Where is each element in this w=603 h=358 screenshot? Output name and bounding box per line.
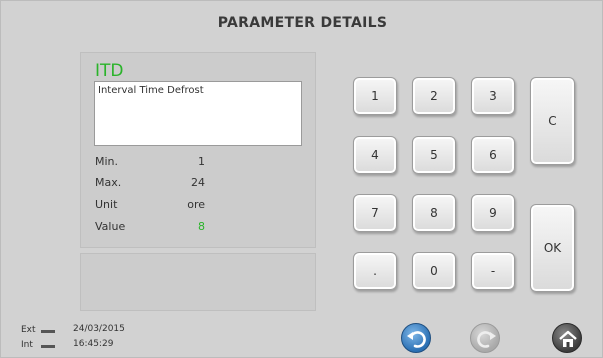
unit-value: ore <box>187 198 205 211</box>
parameter-description-box: Interval Time Defrost <box>94 81 302 146</box>
key-8[interactable]: 8 <box>412 194 456 232</box>
home-icon <box>559 330 577 347</box>
message-panel <box>80 253 316 311</box>
key-1[interactable]: 1 <box>353 77 397 115</box>
value-label: Value <box>95 220 126 233</box>
parameter-info-panel: ITD Interval Time Defrost Min. 1 Max. 24… <box>80 52 316 248</box>
refresh-icon <box>477 331 496 348</box>
key-0[interactable]: 0 <box>412 252 456 290</box>
time-display: 16:45:29 <box>73 339 114 349</box>
key-7[interactable]: 7 <box>353 194 397 232</box>
unit-row: Unit ore <box>95 198 205 212</box>
parameter-code: ITD <box>95 61 124 81</box>
max-label: Max. <box>95 176 122 189</box>
key-2[interactable]: 2 <box>412 77 456 115</box>
ext-label: Ext <box>21 325 36 335</box>
date-display: 24/03/2015 <box>73 324 125 334</box>
back-button[interactable] <box>401 323 431 353</box>
min-label: Min. <box>95 155 119 168</box>
ok-button[interactable]: OK <box>530 204 575 292</box>
key-minus[interactable]: - <box>471 252 515 290</box>
value-row: Value 8 <box>95 220 205 234</box>
key-3[interactable]: 3 <box>471 77 515 115</box>
key-6[interactable]: 6 <box>471 136 515 174</box>
unit-label: Unit <box>95 198 118 211</box>
ext-indicator <box>41 330 55 333</box>
key-9[interactable]: 9 <box>471 194 515 232</box>
max-value: 24 <box>191 176 205 189</box>
max-row: Max. 24 <box>95 176 205 190</box>
key-4[interactable]: 4 <box>353 136 397 174</box>
min-value: 1 <box>198 155 205 168</box>
key-dot[interactable]: . <box>353 252 397 290</box>
int-label: Int <box>21 340 33 350</box>
parameter-details-screen: PARAMETER DETAILS ITD Interval Time Defr… <box>0 0 603 358</box>
int-indicator <box>41 345 55 348</box>
home-button[interactable] <box>552 323 582 353</box>
value-field: 8 <box>198 220 205 233</box>
back-arrow-icon <box>407 331 426 348</box>
parameter-description: Interval Time Defrost <box>98 85 204 96</box>
key-5[interactable]: 5 <box>412 136 456 174</box>
page-title: PARAMETER DETAILS <box>217 15 388 31</box>
min-row: Min. 1 <box>95 155 205 169</box>
refresh-button[interactable] <box>470 323 500 353</box>
clear-button[interactable]: C <box>530 77 575 165</box>
